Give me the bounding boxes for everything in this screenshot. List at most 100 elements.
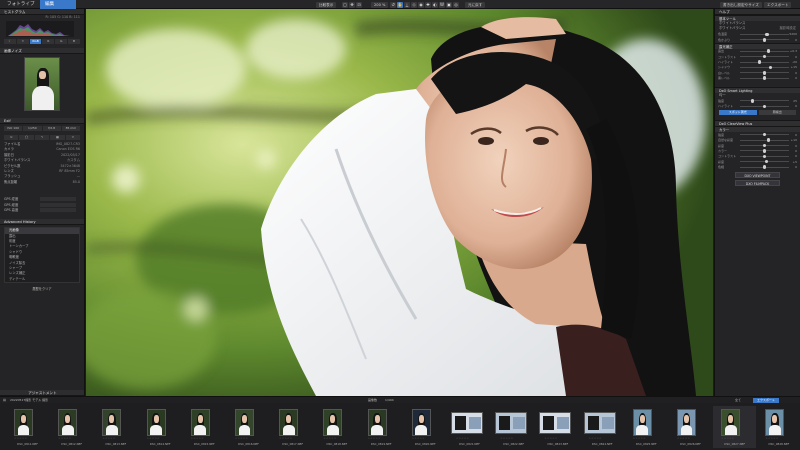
gps-field[interactable] (40, 207, 76, 212)
rating-stars[interactable]: ☆☆☆☆☆ (500, 437, 513, 440)
slider-value[interactable]: 5200 (789, 32, 797, 36)
straighten-icon[interactable]: ⟂ (404, 1, 410, 8)
rating-stars[interactable]: ☆☆☆☆☆ (544, 437, 557, 440)
slider-knob[interactable] (768, 65, 773, 70)
filmstrip-thumbnail[interactable]: ☆☆☆☆☆ DSC_0811.NEF (6, 406, 49, 448)
filter-select[interactable]: 全て (735, 398, 741, 402)
history-button[interactable]: 元に戻す (465, 1, 486, 8)
rating-stars[interactable]: ☆☆☆☆☆ (765, 437, 778, 440)
rating-stars[interactable]: ☆☆☆☆☆ (633, 437, 646, 440)
filmpack-button[interactable]: DXO FILMPACK (735, 179, 780, 186)
slider-track[interactable] (740, 99, 789, 103)
slider-value[interactable]: +10 (789, 138, 797, 142)
slider-value[interactable]: 0 (789, 154, 797, 158)
slider-knob[interactable] (762, 54, 767, 59)
slider-track[interactable] (740, 143, 789, 148)
repair-icon[interactable]: ✚ (425, 1, 431, 8)
slider-knob[interactable] (762, 38, 767, 42)
filmstrip-thumbnail[interactable]: ☆☆☆☆☆ DSC_0823.NEF (536, 406, 579, 448)
face-detect-button[interactable]: 顔検出 (758, 110, 796, 116)
viewpoint-button[interactable]: DXO VIEWPOINT (735, 171, 780, 178)
slider-knob[interactable] (762, 149, 767, 153)
preview-header[interactable]: 画像ノイズ (0, 48, 84, 54)
main-image-viewer[interactable] (86, 9, 713, 396)
rating-stars[interactable]: ☆☆☆☆☆ (235, 437, 248, 440)
watermark-icon[interactable]: W (439, 1, 445, 8)
filmstrip-thumbnail[interactable]: ☆☆☆☆☆ DSC_0816.NEF (227, 406, 270, 448)
slider-value[interactable]: 0 (789, 104, 797, 108)
moon-icon[interactable]: ☾ (4, 39, 16, 44)
filmstrip-thumbnail[interactable]: ☆☆☆☆☆ DSC_0822.NEF (492, 406, 535, 448)
slider-track[interactable] (740, 132, 789, 137)
history-item[interactable]: ディテール (5, 277, 79, 282)
red-eye-icon[interactable]: ◉ (418, 1, 424, 8)
slider-value[interactable]: 0 (789, 38, 797, 42)
filmstrip-thumbnail[interactable]: ☆☆☆☆☆ DSC_0828.NEF (757, 406, 800, 448)
rating-stars[interactable]: ☆☆☆☆☆ (677, 437, 690, 440)
slider-knob[interactable] (762, 165, 767, 169)
export-settings-button[interactable]: 書き出し設定やサイズ (720, 1, 762, 8)
hand-tool-icon[interactable]: ✋ (397, 1, 403, 8)
slider-track[interactable] (740, 54, 789, 59)
slider-knob[interactable] (762, 71, 767, 75)
perspective-icon[interactable]: ◇ (411, 1, 417, 8)
rating-stars[interactable]: ☆☆☆☆☆ (191, 437, 204, 440)
slider-knob[interactable] (762, 104, 767, 109)
rotate-left-icon[interactable]: ↺ (390, 1, 396, 8)
rating-stars[interactable]: ☆☆☆☆☆ (412, 437, 425, 440)
filmstrip-thumbnail[interactable]: ☆☆☆☆☆ DSC_0827.NEF (713, 406, 757, 448)
slider-knob[interactable] (762, 143, 767, 148)
slider-track[interactable] (740, 65, 789, 70)
slider-knob[interactable] (757, 60, 762, 64)
slider-value[interactable]: 0 (789, 76, 797, 80)
zoom-select[interactable]: 200 % (371, 1, 389, 8)
slider-knob[interactable] (750, 99, 755, 103)
rating-stars[interactable]: ☆☆☆☆☆ (279, 437, 292, 440)
slider-value[interactable]: 25 (789, 99, 797, 103)
filmstrip-thumbnail[interactable]: ☆☆☆☆☆ DSC_0821.NEF (448, 406, 491, 448)
move-icon[interactable]: ✥ (349, 1, 355, 8)
slider-knob[interactable] (762, 154, 767, 159)
slider-knob[interactable] (762, 132, 767, 137)
filmstrip-thumbnail[interactable]: ☆☆☆☆☆ DSC_0813.NEF (94, 406, 137, 448)
rating-stars[interactable]: ☆☆☆☆☆ (14, 437, 27, 440)
slider-knob[interactable] (766, 138, 771, 142)
slider-value[interactable]: 0 (789, 133, 797, 137)
gps-field[interactable] (40, 202, 76, 207)
slider-value[interactable]: -20 (789, 60, 797, 64)
slider-value[interactable]: 0 (789, 55, 797, 59)
rating-stars[interactable]: ☆☆☆☆☆ (721, 437, 734, 440)
compare-button[interactable]: 比較表示 (316, 1, 337, 8)
rating-stars[interactable]: ☆☆☆☆☆ (58, 437, 71, 440)
tab-photo-library[interactable]: フォトライブラリ (2, 0, 40, 16)
gps-field[interactable] (40, 197, 76, 202)
clear-history-button[interactable]: 履歴をクリア (32, 287, 51, 291)
folder-icon[interactable]: ▤ (3, 398, 6, 402)
filmstrip-thumbnail[interactable]: ☆☆☆☆☆ DSC_0824.NEF (581, 406, 624, 448)
rating-stars[interactable]: ☆☆☆☆☆ (102, 437, 115, 440)
rating-stars[interactable]: ☆☆☆☆☆ (323, 437, 336, 440)
filmstrip-thumbnail[interactable]: ☆☆☆☆☆ DSC_0825.NEF (625, 406, 668, 448)
rating-stars[interactable]: ☆☆☆☆☆ (456, 437, 469, 440)
slider-track[interactable] (740, 154, 789, 159)
filmstrip-thumbnail[interactable]: ☆☆☆☆☆ DSC_0820.NEF (404, 406, 447, 448)
rgb-icon[interactable]: RGB (29, 39, 42, 44)
slider-value[interactable]: 0 (789, 71, 797, 75)
slider-track[interactable] (740, 38, 789, 42)
export-top-button[interactable]: エクスポート (764, 1, 792, 8)
slider-track[interactable] (740, 60, 789, 64)
slider-value[interactable]: +5 (789, 160, 797, 164)
rating-stars[interactable]: ☆☆☆☆☆ (589, 437, 602, 440)
slider-track[interactable] (740, 159, 789, 164)
crop-icon[interactable]: ▢ (342, 1, 348, 8)
slider-knob[interactable] (765, 32, 769, 37)
eye-icon[interactable]: ◎ (453, 1, 459, 8)
slider-track[interactable] (740, 104, 789, 109)
spot-metering-button[interactable]: スポット測光 (719, 110, 757, 116)
slider-track[interactable] (740, 32, 789, 37)
slider-track[interactable] (740, 71, 789, 75)
sun-icon[interactable]: ☼ (16, 39, 29, 44)
slider-track[interactable] (740, 49, 789, 53)
filmstrip-thumbnail[interactable]: ☆☆☆☆☆ DSC_0819.NEF (360, 406, 403, 448)
slider-track[interactable] (740, 149, 789, 153)
